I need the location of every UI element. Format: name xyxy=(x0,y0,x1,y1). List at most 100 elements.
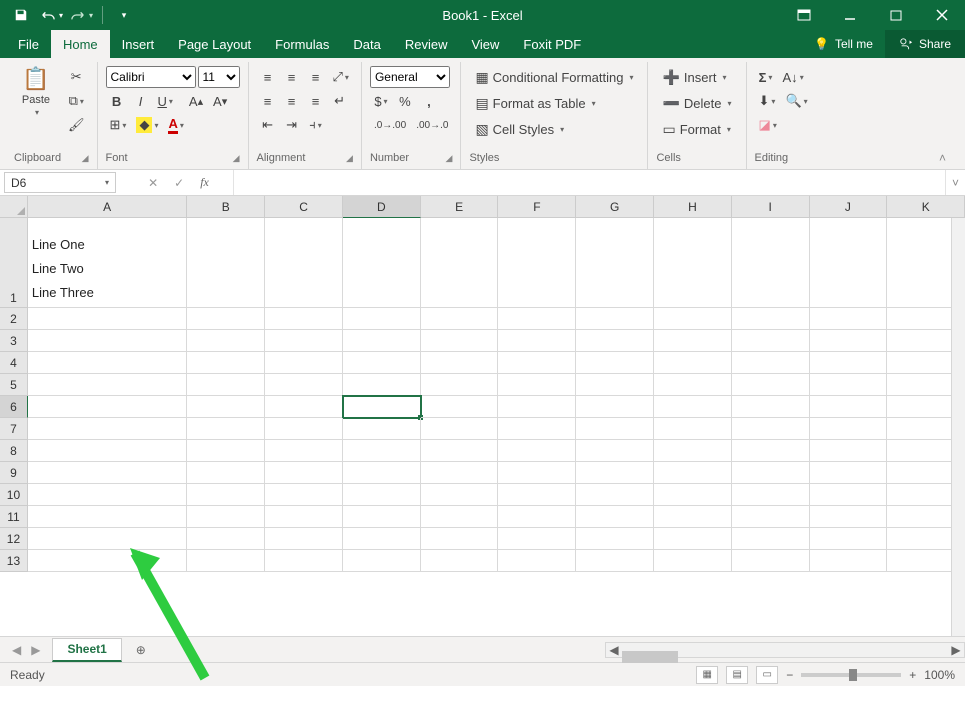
collapse-ribbon-button[interactable]: ˄ xyxy=(939,62,959,169)
cell-J3[interactable] xyxy=(810,330,888,352)
tell-me-button[interactable]: 💡 Tell me xyxy=(802,30,885,58)
cell-D4[interactable] xyxy=(343,352,421,374)
cell-F5[interactable] xyxy=(498,374,576,396)
find-select-button[interactable]: 🔍▾ xyxy=(781,90,811,112)
row-header-1[interactable]: 1 xyxy=(0,218,28,308)
align-bottom-button[interactable]: ≡ xyxy=(305,66,327,88)
cell-J11[interactable] xyxy=(810,506,888,528)
column-header-D[interactable]: D xyxy=(343,196,421,218)
cell-A13[interactable] xyxy=(28,550,187,572)
cell-C3[interactable] xyxy=(265,330,343,352)
cell-J10[interactable] xyxy=(810,484,888,506)
cell-E6[interactable] xyxy=(421,396,499,418)
cell-H1[interactable] xyxy=(654,218,732,308)
cell-C7[interactable] xyxy=(265,418,343,440)
number-launcher-icon[interactable]: ◢ xyxy=(446,153,453,164)
cell-B13[interactable] xyxy=(187,550,265,572)
cell-J2[interactable] xyxy=(810,308,888,330)
cell-C5[interactable] xyxy=(265,374,343,396)
alignment-launcher-icon[interactable]: ◢ xyxy=(346,153,353,164)
undo-button[interactable]: ▾ xyxy=(38,2,64,28)
paste-button[interactable]: 📋 Paste ▾ xyxy=(14,66,58,117)
cell-C6[interactable] xyxy=(265,396,343,418)
cell-G12[interactable] xyxy=(576,528,654,550)
cell-I10[interactable] xyxy=(732,484,810,506)
cell-A9[interactable] xyxy=(28,462,187,484)
align-top-button[interactable]: ≡ xyxy=(257,66,279,88)
zoom-in-button[interactable]: + xyxy=(909,668,916,682)
row-header-5[interactable]: 5 xyxy=(0,374,28,396)
save-button[interactable] xyxy=(8,2,34,28)
cell-J6[interactable] xyxy=(810,396,888,418)
font-size-select[interactable]: 11 xyxy=(198,66,240,88)
row-header-10[interactable]: 10 xyxy=(0,484,28,506)
cell-G1[interactable] xyxy=(576,218,654,308)
cell-H5[interactable] xyxy=(654,374,732,396)
cut-button[interactable]: ✂ xyxy=(64,66,89,88)
cell-F6[interactable] xyxy=(498,396,576,418)
accounting-format-button[interactable]: $▾ xyxy=(370,90,392,112)
select-all-button[interactable] xyxy=(0,196,28,218)
number-format-select[interactable]: General xyxy=(370,66,450,88)
orientation-button[interactable]: ⤢▾ xyxy=(329,66,353,88)
increase-indent-button[interactable]: ⇥ xyxy=(281,114,303,136)
cell-J7[interactable] xyxy=(810,418,888,440)
row-header-8[interactable]: 8 xyxy=(0,440,28,462)
cell-E8[interactable] xyxy=(421,440,499,462)
clipboard-launcher-icon[interactable]: ◢ xyxy=(82,153,89,164)
conditional-formatting-button[interactable]: ▦Conditional Formatting▾ xyxy=(469,66,639,88)
cell-I7[interactable] xyxy=(732,418,810,440)
cell-G4[interactable] xyxy=(576,352,654,374)
cell-F10[interactable] xyxy=(498,484,576,506)
cell-G9[interactable] xyxy=(576,462,654,484)
cell-B6[interactable] xyxy=(187,396,265,418)
cell-G10[interactable] xyxy=(576,484,654,506)
cell-F2[interactable] xyxy=(498,308,576,330)
cell-H8[interactable] xyxy=(654,440,732,462)
cell-H3[interactable] xyxy=(654,330,732,352)
cell-B12[interactable] xyxy=(187,528,265,550)
name-box-caret-icon[interactable]: ▾ xyxy=(105,178,109,187)
normal-view-button[interactable]: ▦ xyxy=(696,666,718,684)
cell-H7[interactable] xyxy=(654,418,732,440)
row-header-7[interactable]: 7 xyxy=(0,418,28,440)
cell-B7[interactable] xyxy=(187,418,265,440)
cell-E9[interactable] xyxy=(421,462,499,484)
grow-font-button[interactable]: A▴ xyxy=(185,90,207,112)
cell-I4[interactable] xyxy=(732,352,810,374)
insert-function-button[interactable]: fx xyxy=(200,175,209,190)
cell-B5[interactable] xyxy=(187,374,265,396)
cell-G5[interactable] xyxy=(576,374,654,396)
cell-I5[interactable] xyxy=(732,374,810,396)
cell-F11[interactable] xyxy=(498,506,576,528)
cell-C13[interactable] xyxy=(265,550,343,572)
zoom-out-button[interactable]: − xyxy=(786,668,793,682)
cell-I13[interactable] xyxy=(732,550,810,572)
column-header-H[interactable]: H xyxy=(654,196,732,218)
cell-B1[interactable] xyxy=(187,218,265,308)
cell-I8[interactable] xyxy=(732,440,810,462)
cell-B3[interactable] xyxy=(187,330,265,352)
cell-A12[interactable] xyxy=(28,528,187,550)
cell-E3[interactable] xyxy=(421,330,499,352)
cell-F12[interactable] xyxy=(498,528,576,550)
align-middle-button[interactable]: ≡ xyxy=(281,66,303,88)
cell-A6[interactable] xyxy=(28,396,187,418)
align-right-button[interactable]: ≡ xyxy=(305,90,327,112)
cell-D5[interactable] xyxy=(343,374,421,396)
cell-H4[interactable] xyxy=(654,352,732,374)
cell-A11[interactable] xyxy=(28,506,187,528)
tab-home[interactable]: Home xyxy=(51,30,110,58)
cell-C10[interactable] xyxy=(265,484,343,506)
cell-E5[interactable] xyxy=(421,374,499,396)
cell-J5[interactable] xyxy=(810,374,888,396)
decrease-decimal-button[interactable]: .00→.0 xyxy=(412,114,452,136)
cell-H13[interactable] xyxy=(654,550,732,572)
cell-G6[interactable] xyxy=(576,396,654,418)
align-center-button[interactable]: ≡ xyxy=(281,90,303,112)
cell-I9[interactable] xyxy=(732,462,810,484)
copy-button[interactable]: ⧉▾ xyxy=(64,90,89,112)
cell-A10[interactable] xyxy=(28,484,187,506)
cell-I11[interactable] xyxy=(732,506,810,528)
page-break-view-button[interactable]: ▭ xyxy=(756,666,778,684)
